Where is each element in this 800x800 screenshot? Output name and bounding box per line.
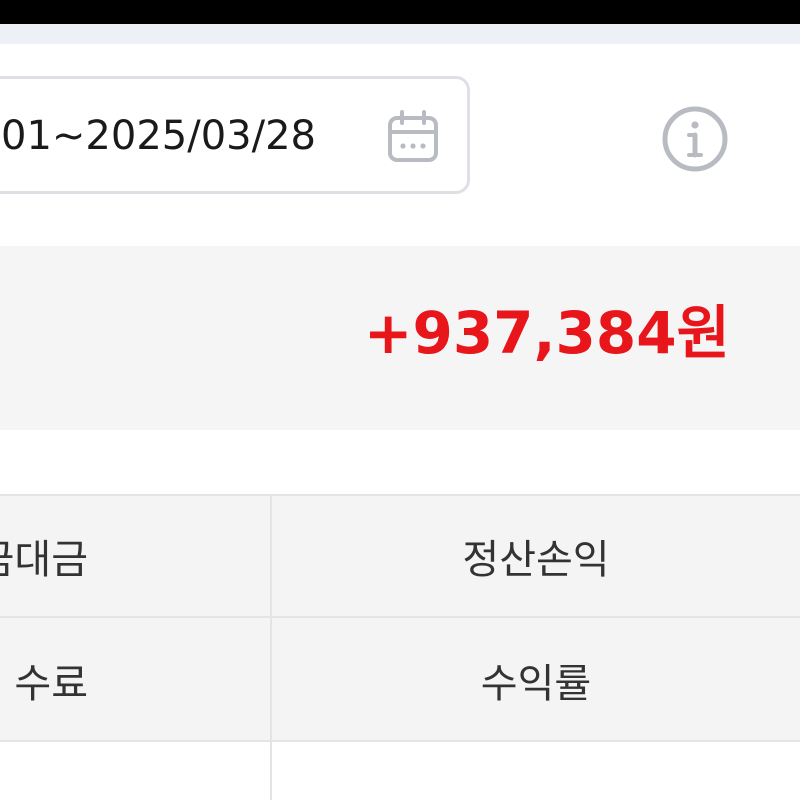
table-header-row: 금대금 정산손익 [0,494,800,618]
header-cell-return-rate: 수익률 [480,661,592,707]
header-cell-left-2: 수료 [14,661,88,707]
info-icon[interactable] [660,104,730,174]
calendar-icon[interactable] [386,109,440,165]
date-range-field[interactable]: 01~2025/03/28 [0,76,470,194]
header-cell-left: 금대금 [0,537,88,583]
summary-panel: +937,384원 [0,246,800,430]
table-header-row-2: 수료 수익률 [0,616,800,742]
date-range-text: 01~2025/03/28 [1,113,316,159]
status-bar [0,0,800,24]
total-profit-amount: +937,384원 [363,299,730,367]
table-row [0,740,800,800]
header-cell-settlement-profit: 정산손익 [462,537,610,583]
settlement-table: 금대금 정산손익 수료 수익률 [0,494,800,800]
column-divider [270,494,272,800]
top-divider-strip [0,24,800,44]
